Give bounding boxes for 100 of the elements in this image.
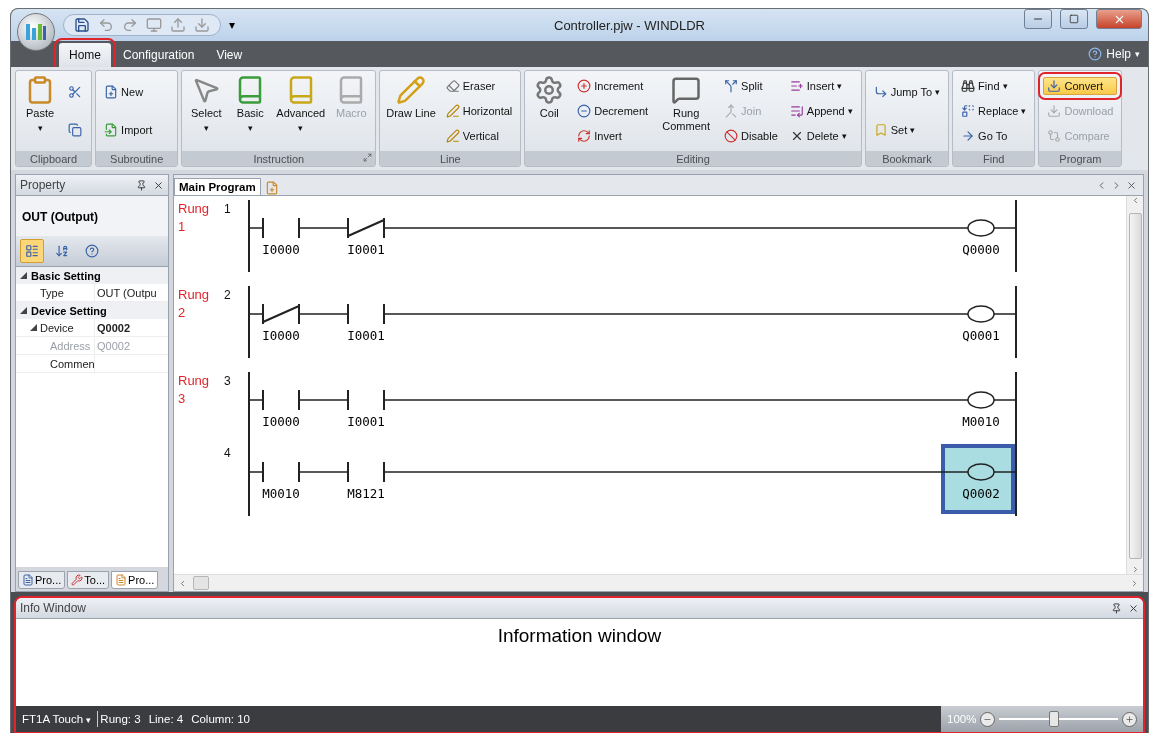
- open-contact-symbol: [347, 303, 385, 325]
- ribbon-button[interactable]: Find ▾: [957, 76, 1031, 95]
- categorized-icon: [25, 244, 39, 258]
- ribbon-button[interactable]: Split: [720, 76, 782, 95]
- append-icon: [789, 104, 804, 118]
- help-menu[interactable]: Help ▾: [1088, 47, 1140, 61]
- group-label: Editing: [676, 152, 710, 165]
- editor-tab[interactable]: Main Program: [174, 178, 261, 195]
- ribbon-button[interactable]: New: [100, 83, 157, 101]
- open-contact-symbol: [347, 389, 385, 411]
- launcher-icon[interactable]: [363, 153, 373, 162]
- device-label: I0000: [262, 242, 300, 257]
- ribbon-button[interactable]: Disable: [720, 127, 782, 146]
- expand-icon[interactable]: [20, 272, 27, 279]
- ribbon-button[interactable]: Go To: [957, 127, 1031, 146]
- panel-tab[interactable]: Pro...: [111, 571, 159, 589]
- expand-icon[interactable]: [30, 324, 37, 331]
- coil-symbol: [967, 391, 995, 409]
- help-label: Help: [1106, 47, 1131, 61]
- line-number: 4: [224, 445, 232, 462]
- property-name: Address: [50, 339, 91, 352]
- horizontal-line-icon: [445, 104, 460, 118]
- property-row[interactable]: Device Q0002: [16, 319, 168, 337]
- ribbon-button[interactable]: Advanced ▾: [274, 73, 328, 149]
- panel-title: Info Window: [20, 601, 88, 615]
- ribbon-button[interactable]: Invert: [573, 127, 653, 146]
- download-icon: [1047, 104, 1062, 118]
- maximize-button[interactable]: [1060, 9, 1088, 29]
- ribbon-button[interactable]: Replace ▾: [957, 102, 1031, 120]
- window-title: Controller.pjw - WINDLDR: [553, 17, 706, 33]
- property-value: Q0002: [97, 321, 131, 334]
- maximize-icon: [1069, 14, 1079, 24]
- close-button[interactable]: [1096, 9, 1142, 29]
- app-menu-button[interactable]: [17, 13, 55, 51]
- device-selector[interactable]: FT1A Touch ▾: [22, 713, 92, 725]
- customize-caret[interactable]: ▾: [229, 18, 235, 32]
- ribbon-button[interactable]: Decrement: [573, 102, 653, 120]
- scroll-thumb[interactable]: [1128, 213, 1142, 559]
- line-number: 2: [224, 287, 232, 304]
- ribbon-button[interactable]: Delete ▾: [785, 127, 857, 146]
- ribbon-button[interactable]: Import: [100, 121, 157, 139]
- ribbon-button[interactable]: Coil: [529, 73, 570, 149]
- ribbon-button[interactable]: Basic ▾: [230, 73, 271, 149]
- property-name: Type: [40, 286, 64, 299]
- device-label: M0010: [262, 486, 300, 501]
- ribbon-button[interactable]: Insert ▾: [785, 76, 857, 95]
- horizontal-scrollbar[interactable]: [174, 574, 1143, 591]
- pencil-icon: [396, 75, 426, 105]
- ribbon-button[interactable]: Select ▾: [186, 73, 227, 149]
- zoom-in-button[interactable]: [1122, 711, 1137, 727]
- tools-icon: [71, 574, 84, 586]
- ribbon-button[interactable]: Paste ▾: [20, 73, 60, 149]
- ribbon-button[interactable]: Jump To ▾: [869, 83, 945, 101]
- coil-symbol: [967, 463, 995, 481]
- toolbar-button[interactable]: [20, 239, 44, 263]
- scroll-thumb[interactable]: [193, 576, 209, 590]
- ribbon-button[interactable]: Horizontal: [441, 102, 517, 120]
- device-label: M0010: [962, 414, 1000, 429]
- monitor-icon: [146, 17, 162, 33]
- ribbon-button[interactable]: Rung Comment: [656, 73, 717, 149]
- binoculars-icon: [961, 78, 976, 93]
- line-number: 1: [224, 201, 232, 218]
- jump-icon: [873, 85, 888, 99]
- menu-tab[interactable]: Configuration: [113, 43, 205, 67]
- status-text: Line: 4: [148, 713, 184, 725]
- closed-contact-symbol: [347, 217, 385, 239]
- coil-symbol: [967, 305, 995, 323]
- ribbon-button[interactable]: Increment: [573, 76, 653, 95]
- panel-tab[interactable]: Pro...: [18, 571, 66, 589]
- document-icon: [22, 574, 34, 586]
- ribbon-button[interactable]: Draw Line: [384, 73, 438, 149]
- device-label: Q0000: [962, 242, 1000, 257]
- close-icon: [1128, 602, 1139, 614]
- increment-icon: [577, 78, 592, 93]
- panel-tab[interactable]: To...: [67, 571, 110, 589]
- zoom-out-button[interactable]: [980, 711, 996, 727]
- save-icon: [74, 17, 90, 33]
- device-label: I0001: [347, 328, 385, 343]
- device-label: I0000: [262, 414, 300, 429]
- ribbon-button[interactable]: Eraser: [441, 76, 517, 95]
- menu-tab[interactable]: View: [206, 43, 253, 67]
- slider-thumb[interactable]: [1048, 711, 1059, 727]
- device-label: I0001: [347, 242, 385, 257]
- ribbon-button[interactable]: Set ▾: [869, 121, 945, 139]
- ribbon-button[interactable]: Vertical: [441, 127, 517, 146]
- group-label: Bookmark: [882, 152, 932, 165]
- minimize-button[interactable]: [1024, 9, 1052, 29]
- ribbon-button[interactable]: Append ▾: [785, 102, 857, 120]
- group-label: Subroutine: [110, 152, 164, 165]
- upload-icon: [170, 17, 186, 33]
- open-contact-symbol: [262, 389, 300, 411]
- download-icon: [194, 17, 210, 33]
- new-file-icon: [104, 85, 119, 99]
- expand-icon[interactable]: [20, 307, 27, 314]
- vertical-scrollbar[interactable]: [1126, 196, 1143, 574]
- scroll-left-icon: [178, 578, 187, 588]
- split-icon: [724, 78, 739, 93]
- property-value: Q0002: [97, 339, 131, 352]
- property-value: OUT (Outpu: [97, 286, 157, 299]
- property-row[interactable]: Commen: [16, 355, 168, 373]
